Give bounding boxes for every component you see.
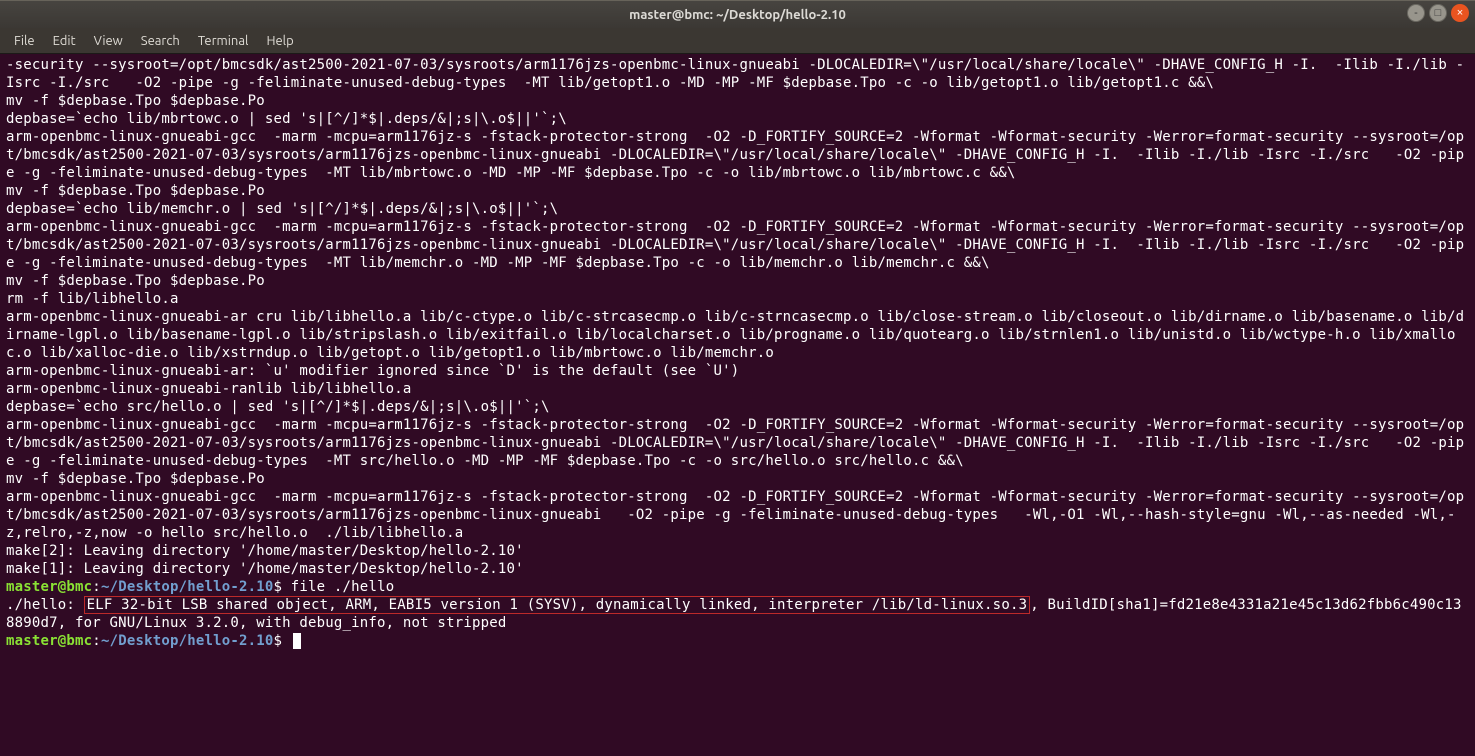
window-title: master@bmc: ~/Desktop/hello-2.10 (0, 8, 1475, 22)
window-controls: ‑ □ × (1407, 4, 1469, 22)
prompt-path: ~/Desktop/hello-2.10 (101, 579, 274, 595)
term-line: depbase=`echo src/hello.o | sed 's|[^/]*… (6, 399, 550, 415)
minimize-button[interactable]: ‑ (1407, 4, 1425, 22)
prompt-colon: : (92, 579, 101, 595)
term-line: arm-openbmc-linux-gnueabi-gcc -marm -mcp… (6, 219, 1464, 271)
close-button[interactable]: × (1451, 4, 1469, 22)
term-line: rm -f lib/libhello.a (6, 291, 179, 307)
prompt-dollar: $ (274, 633, 291, 649)
prompt-user: master@bmc (6, 633, 92, 649)
term-line: arm-openbmc-linux-gnueabi-gcc -marm -mcp… (6, 129, 1464, 181)
term-line: arm-openbmc-linux-gnueabi-gcc -marm -mcp… (6, 489, 1464, 541)
term-line: mv -f $depbase.Tpo $depbase.Po (6, 93, 265, 109)
term-line: mv -f $depbase.Tpo $depbase.Po (6, 471, 265, 487)
menu-search[interactable]: Search (133, 32, 188, 50)
term-line: arm-openbmc-linux-gnueabi-ar cru lib/lib… (6, 309, 1464, 361)
cursor-icon (293, 633, 301, 649)
menu-view[interactable]: View (86, 32, 131, 50)
file-output-prefix: ./hello: (6, 597, 84, 613)
prompt-user: master@bmc (6, 579, 92, 595)
command-text: file ./hello (291, 579, 395, 595)
term-line: make[1]: Leaving directory '/home/master… (6, 561, 524, 577)
maximize-button[interactable]: □ (1429, 4, 1447, 22)
menu-edit[interactable]: Edit (45, 32, 84, 50)
terminal-output[interactable]: -security --sysroot=/opt/bmcsdk/ast2500-… (0, 54, 1475, 756)
titlebar: master@bmc: ~/Desktop/hello-2.10 ‑ □ × (0, 0, 1475, 28)
file-output-highlight: ELF 32-bit LSB shared object, ARM, EABI5… (84, 596, 1031, 614)
menu-file[interactable]: File (6, 32, 43, 50)
term-line: mv -f $depbase.Tpo $depbase.Po (6, 273, 265, 289)
prompt-path: ~/Desktop/hello-2.10 (101, 633, 274, 649)
menu-help[interactable]: Help (258, 32, 301, 50)
menu-terminal[interactable]: Terminal (190, 32, 257, 50)
prompt-colon: : (92, 633, 101, 649)
term-line: arm-openbmc-linux-gnueabi-gcc -marm -mcp… (6, 417, 1464, 469)
term-line: depbase=`echo lib/mbrtowc.o | sed 's|[^/… (6, 111, 567, 127)
term-line: mv -f $depbase.Tpo $depbase.Po (6, 183, 265, 199)
term-line: depbase=`echo lib/memchr.o | sed 's|[^/]… (6, 201, 558, 217)
term-line: arm-openbmc-linux-gnueabi-ranlib lib/lib… (6, 381, 412, 397)
term-line: arm-openbmc-linux-gnueabi-ar: `u' modifi… (6, 363, 739, 379)
prompt-dollar: $ (274, 579, 291, 595)
term-line: -security --sysroot=/opt/bmcsdk/ast2500-… (6, 57, 1464, 91)
menubar: File Edit View Search Terminal Help (0, 28, 1475, 54)
term-line: make[2]: Leaving directory '/home/master… (6, 543, 524, 559)
